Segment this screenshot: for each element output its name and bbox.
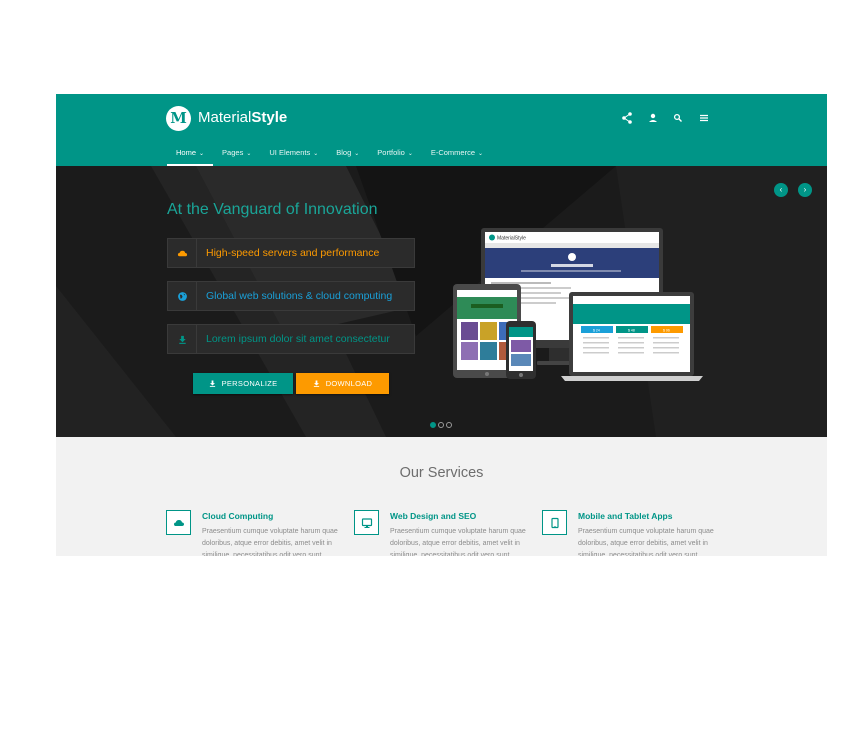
hero-title: At the Vanguard of Innovation xyxy=(167,201,378,218)
nav-item-pages[interactable]: Pages ⌄ xyxy=(213,146,260,166)
hero-slider: At the Vanguard of Innovation High-speed… xyxy=(56,166,827,437)
slide-dot-3[interactable] xyxy=(446,422,452,428)
chevron-down-icon: ⌄ xyxy=(199,151,205,157)
site-header: M MaterialStyle Home ⌄ Pages ⌄ UI Elements… xyxy=(56,94,827,166)
globe-icon xyxy=(168,282,197,310)
download-button[interactable]: DOWNLOAD xyxy=(296,373,389,394)
nav-item-portfolio[interactable]: Portfolio ⌄ xyxy=(368,146,422,166)
download-icon xyxy=(313,380,319,387)
mockup-price-2: $ 48 xyxy=(628,329,635,333)
personalize-label: PERSONALIZE xyxy=(221,379,278,388)
brand-name[interactable]: MaterialStyle xyxy=(198,109,287,126)
chevron-down-icon: ⌄ xyxy=(246,151,252,157)
monitor-icon xyxy=(354,510,379,535)
service-description: Praesentium cumque voluptate harum quae … xyxy=(578,528,714,556)
slide-dot-1[interactable] xyxy=(430,422,436,428)
site-screenshot: M MaterialStyle Home ⌄ Pages ⌄ UI Elements… xyxy=(56,94,827,556)
mockup-price-1: $ 24 xyxy=(593,329,600,333)
brand-light: Material xyxy=(198,109,252,126)
feature-text: Global web solutions & cloud computing xyxy=(206,290,393,302)
cloud-icon xyxy=(166,510,191,535)
feature-text: High-speed servers and performance xyxy=(206,247,380,259)
nav-label: Pages xyxy=(222,148,244,157)
chevron-down-icon: ⌄ xyxy=(354,151,360,157)
nav-label: E-Commerce xyxy=(430,148,476,157)
nav-label: UI Elements xyxy=(269,148,311,157)
prev-slide-button[interactable]: ‹ xyxy=(774,183,788,197)
nav-item-e-commerce[interactable]: E-Commerce ⌄ xyxy=(422,146,492,166)
menu-icon[interactable] xyxy=(696,110,712,126)
mockup-brand: MaterialStyle xyxy=(497,236,526,242)
feature-servers: High-speed servers and performance xyxy=(167,238,415,268)
nav-item-blog[interactable]: Blog ⌄ xyxy=(327,146,368,166)
feature-text: Lorem ipsum dolor sit amet consectetur xyxy=(206,333,390,345)
services-title: Our Services xyxy=(399,465,484,481)
devices-mockup-image: MaterialStyle $ 24 $ 48 $ 96 xyxy=(453,228,703,381)
download-icon xyxy=(168,325,197,353)
main-nav: Home ⌄ Pages ⌄ UI Elements ⌄ Blog ⌄ Portfoli… xyxy=(167,146,492,166)
cloud-icon xyxy=(168,239,197,267)
search-icon[interactable] xyxy=(670,110,686,126)
nav-label: Home xyxy=(176,148,197,157)
chevron-down-icon: ⌄ xyxy=(313,151,319,157)
tablet-icon xyxy=(542,510,567,535)
service-title[interactable]: Mobile and Tablet Apps xyxy=(578,511,672,521)
feature-lorem: Lorem ipsum dolor sit amet consectetur xyxy=(167,324,415,354)
nav-item-home[interactable]: Home ⌄ xyxy=(167,146,214,166)
logo-icon[interactable]: M xyxy=(166,106,191,131)
service-title[interactable]: Web Design and SEO xyxy=(390,511,476,521)
slide-dot-2[interactable] xyxy=(438,422,444,428)
chevron-down-icon: ⌄ xyxy=(478,151,484,157)
user-icon[interactable] xyxy=(645,110,661,126)
feature-web-solutions: Global web solutions & cloud computing xyxy=(167,281,415,311)
mockup-price-3: $ 96 xyxy=(663,329,670,333)
nav-label: Portfolio xyxy=(377,148,405,157)
download-label: DOWNLOAD xyxy=(325,379,373,388)
download-icon xyxy=(209,380,215,387)
personalize-button[interactable]: PERSONALIZE xyxy=(193,373,293,394)
brand-bold: Style xyxy=(251,109,288,126)
chevron-down-icon: ⌄ xyxy=(407,151,413,157)
service-description: Praesentium cumque voluptate harum quae … xyxy=(202,528,338,556)
nav-item-ui-elements[interactable]: UI Elements ⌄ xyxy=(260,146,327,166)
share-icon[interactable] xyxy=(619,110,635,126)
service-title[interactable]: Cloud Computing xyxy=(202,511,273,521)
next-slide-button[interactable]: › xyxy=(798,183,812,197)
service-description: Praesentium cumque voluptate harum quae … xyxy=(390,528,526,556)
nav-label: Blog xyxy=(336,148,352,157)
